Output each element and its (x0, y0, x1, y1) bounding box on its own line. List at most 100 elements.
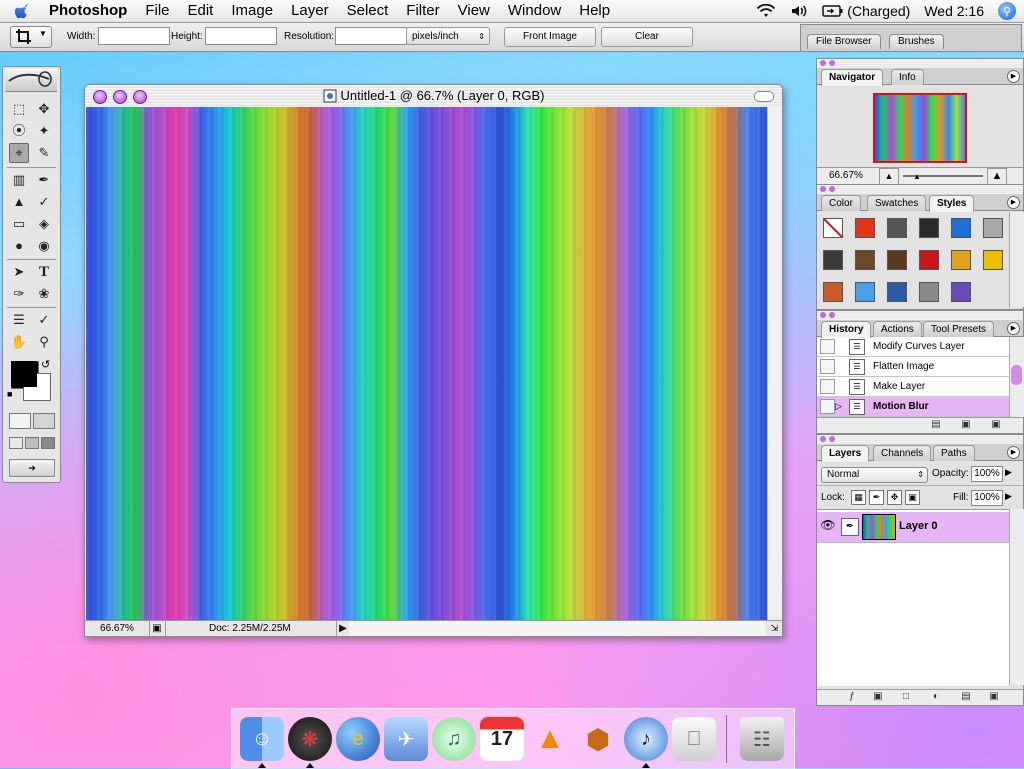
history-scroll-thumb[interactable] (1011, 365, 1022, 385)
healing-brush-tool-icon[interactable]: ▥ (9, 170, 29, 190)
tab-channels[interactable]: Channels (873, 445, 932, 461)
menu-filter[interactable]: Filter (397, 0, 448, 22)
style-swatch[interactable] (855, 218, 875, 238)
paint-bucket-tool-icon[interactable]: ◈ (34, 214, 54, 234)
panel-menu-arrow-icon[interactable]: ▶ (1007, 70, 1020, 83)
status-menu-arrow-icon[interactable]: ▶ (336, 621, 350, 636)
move-tool-icon[interactable]: ✥ (34, 99, 54, 119)
lock-image-icon[interactable]: ✒ (869, 490, 884, 505)
style-swatch[interactable] (887, 282, 907, 302)
history-brush-source-box[interactable] (820, 359, 835, 374)
clear-button[interactable]: Clear (601, 27, 693, 47)
clone-stamp-tool-icon[interactable]: ▲ (9, 192, 29, 212)
layer-style-icon[interactable]: ƒ (845, 691, 859, 703)
history-brush-source-box[interactable] (820, 379, 835, 394)
style-swatch[interactable] (855, 250, 875, 270)
resolution-units-select[interactable]: pixels/inch ⇕ (406, 27, 490, 45)
ical-icon[interactable]: 17 (480, 717, 524, 761)
lock-position-icon[interactable]: ✥ (887, 490, 902, 505)
new-group-icon[interactable]: □ (899, 691, 913, 703)
tab-styles[interactable]: Styles (929, 195, 975, 212)
panel-titlebar[interactable] (817, 59, 1023, 68)
layers-scrollbar[interactable] (1009, 509, 1024, 685)
new-layer-icon[interactable]: ▤ (959, 691, 973, 703)
delete-layer-icon[interactable]: ▣ (987, 691, 1001, 703)
history-item[interactable]: ☰ Modify Curves Layer (817, 337, 1009, 357)
tab-tool-presets[interactable]: Tool Presets (923, 321, 995, 337)
history-item-selected[interactable]: ▷ ☰ Motion Blur (817, 397, 1009, 417)
internet-explorer-icon[interactable]: e (336, 717, 380, 761)
style-swatch[interactable] (823, 282, 843, 302)
image-canvas[interactable] (86, 107, 767, 620)
panel-titlebar[interactable] (817, 185, 1023, 194)
lock-all-icon[interactable]: ▣ (905, 490, 920, 505)
fill-input[interactable]: 100% (971, 490, 1003, 506)
style-swatch[interactable] (983, 250, 1003, 270)
zoom-tool-icon[interactable]: ⚲ (34, 332, 54, 352)
vertical-scrollbar[interactable] (767, 107, 782, 620)
panel-titlebar[interactable] (817, 435, 1023, 444)
zoom-out-icon[interactable]: ▲ (879, 168, 899, 185)
zoom-slider-thumb[interactable]: ▲ (913, 172, 921, 181)
zoom-level[interactable]: 66.67% (85, 621, 150, 636)
reason-icon[interactable]: ⬢ (576, 717, 620, 761)
slice-tool-icon[interactable]: ✎ (34, 143, 54, 163)
style-swatch[interactable] (983, 218, 1003, 238)
status-doc-icon[interactable]: ▣ (149, 621, 166, 636)
styles-scrollbar[interactable] (1009, 212, 1024, 307)
style-swatch[interactable] (951, 282, 971, 302)
blend-mode-select[interactable]: Normal ⇕ (821, 467, 928, 483)
lock-transparency-icon[interactable]: ▦ (851, 490, 866, 505)
dashboard-icon[interactable]: ❋ (288, 717, 332, 761)
menu-app-name[interactable]: Photoshop (40, 0, 136, 22)
history-brush-tool-icon[interactable]: ✓ (34, 192, 54, 212)
itunes-icon[interactable]: ♫ (432, 717, 476, 761)
document-titlebar[interactable]: Untitled-1 @ 66.7% (Layer 0, RGB) (85, 85, 782, 107)
menu-select[interactable]: Select (338, 0, 398, 22)
style-swatch[interactable] (823, 218, 843, 238)
wifi-icon[interactable] (756, 4, 776, 18)
eraser-tool-icon[interactable]: ▭ (9, 214, 29, 234)
apple-icon[interactable] (14, 2, 32, 20)
zoom-button[interactable] (133, 90, 147, 104)
menu-image[interactable]: Image (222, 0, 282, 22)
lasso-tool-icon[interactable]: ⦿ (9, 121, 29, 141)
resolution-input[interactable] (335, 27, 407, 45)
eyedropper-tool-icon[interactable]: ✓ (34, 310, 54, 330)
history-item[interactable]: ☰ Make Layer (817, 377, 1009, 397)
style-swatch[interactable] (919, 218, 939, 238)
trash-icon[interactable]: ☷ (740, 717, 784, 761)
history-item[interactable]: ☰ Flatten Image (817, 357, 1009, 377)
type-tool-icon[interactable]: T (34, 262, 54, 282)
blur-tool-icon[interactable]: ● (9, 236, 29, 256)
delete-state-icon[interactable]: ▣ (989, 419, 1003, 431)
screen-mode-full-icon[interactable] (41, 437, 55, 449)
well-tab-file-browser[interactable]: File Browser (807, 34, 881, 49)
style-swatch[interactable] (951, 250, 971, 270)
well-tab-brushes[interactable]: Brushes (889, 34, 944, 49)
panel-menu-arrow-icon[interactable]: ▶ (1007, 322, 1020, 335)
history-brush-source-box[interactable] (820, 399, 835, 414)
navigator-thumbnail[interactable] (873, 93, 967, 163)
style-swatch[interactable] (919, 250, 939, 270)
swap-colors-icon[interactable]: ↺ (41, 358, 50, 371)
close-button[interactable] (93, 90, 107, 104)
style-swatch[interactable] (855, 282, 875, 302)
horizontal-scrollbar[interactable] (349, 621, 766, 636)
custom-shape-tool-icon[interactable]: ❀ (34, 284, 54, 304)
itunes-music-icon[interactable]: ♪ (624, 717, 668, 761)
tab-actions[interactable]: Actions (873, 321, 922, 337)
style-swatch[interactable] (823, 250, 843, 270)
magic-wand-tool-icon[interactable]: ✦ (34, 121, 54, 141)
menu-edit[interactable]: Edit (179, 0, 223, 22)
tab-swatches[interactable]: Swatches (867, 195, 927, 211)
screen-mode-full-menu-icon[interactable] (25, 437, 39, 449)
new-document-from-state-icon[interactable]: ▤ (929, 419, 943, 431)
tab-navigator[interactable]: Navigator (821, 69, 884, 86)
marquee-tool-icon[interactable]: ⬚ (9, 99, 29, 119)
standard-mode-icon[interactable] (9, 413, 31, 429)
layer-thumbnail[interactable] (862, 514, 896, 540)
brush-tool-icon[interactable]: ✒ (34, 170, 54, 190)
spotlight-icon[interactable]: ⚲ (998, 2, 1016, 20)
history-scrollbar[interactable] (1009, 337, 1024, 417)
